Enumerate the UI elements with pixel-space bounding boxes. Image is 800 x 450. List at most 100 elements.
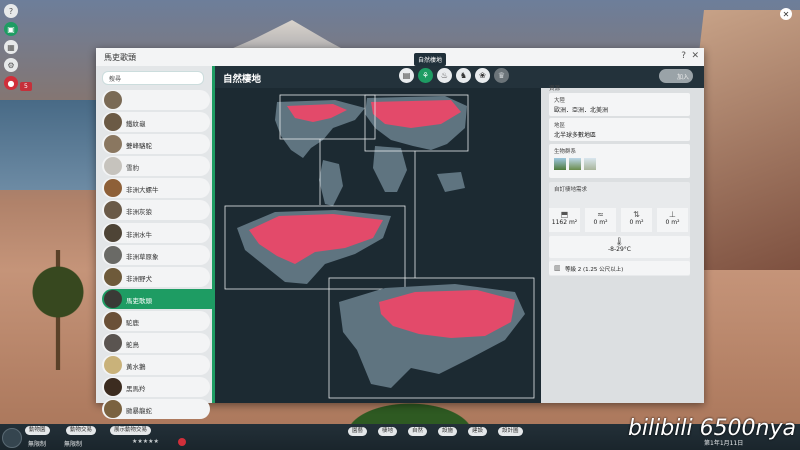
list-item[interactable]: 非洲草原象 xyxy=(102,244,210,265)
trophy-icon[interactable]: ♛ xyxy=(494,68,509,83)
list-item[interactable] xyxy=(102,90,210,110)
add-label: 加入 xyxy=(676,73,689,81)
list-item[interactable]: 非洲野犬 xyxy=(102,266,210,287)
land-area-icon: ⬒ xyxy=(560,210,569,219)
water-area-icon: ≈ xyxy=(597,210,604,219)
habitat-req-label: 自訂棲地需求 xyxy=(554,187,588,193)
zoo-button[interactable]: 動物園 xyxy=(25,426,50,435)
deep-water-icon: ⊥ xyxy=(669,210,676,219)
tab-tooltip: 自然棲地 xyxy=(414,53,447,66)
zoopedia-window: 馬吏歌頭 自然棲地 ? ✕ 搜尋 ⌕ 鐵紋龜雙峰駱駝雪豹非洲大螺牛非洲灰狼非洲水… xyxy=(96,48,704,420)
stat-climb: ⇅ 0 m² xyxy=(621,208,652,232)
gardening-button[interactable]: 園藝 xyxy=(348,427,368,436)
animal-name: 非洲草原象 xyxy=(126,252,159,261)
close-icon[interactable]: ✕ xyxy=(780,8,792,20)
list-item[interactable]: 鐵紋龜 xyxy=(102,112,210,133)
list-item[interactable]: 雙峰駱駝 xyxy=(102,134,210,155)
list-item[interactable]: 雪豹 xyxy=(102,156,210,177)
money-value: 無限制 xyxy=(28,441,47,448)
animal-thumbnail xyxy=(104,223,122,242)
stat-deep-water: ⊥ 0 m² xyxy=(657,208,688,232)
zoo-icon[interactable]: ▣ xyxy=(4,22,18,36)
list-item[interactable]: 非洲水牛 xyxy=(102,222,210,243)
biome-taiga-icon xyxy=(554,158,566,170)
habitat-panel: 自然棲地 ▤ ⚘ ♨ ♞ ❀ ♛ 加入 xyxy=(215,66,704,403)
animal-thumbnail xyxy=(104,245,122,264)
facilities-button[interactable]: 設施 xyxy=(438,427,458,436)
animal-name: 馬吏歌頭 xyxy=(126,296,152,305)
habitat-button[interactable]: 棲地 xyxy=(378,427,398,436)
settings-icon[interactable]: ⚙ xyxy=(4,58,18,72)
animal-name: 雙峰駱駝 xyxy=(126,142,152,151)
resources-label: 資源 xyxy=(549,86,561,92)
region-box: 地區 北半球多數地區 xyxy=(549,118,690,141)
animal-thumbnail xyxy=(104,201,122,220)
list-item[interactable]: 馬吏歌頭 xyxy=(102,288,216,309)
animal-thumbnail xyxy=(104,113,122,132)
watermark: bilibili 6500nya xyxy=(627,416,796,441)
paw-icon[interactable]: ❀ xyxy=(475,68,490,83)
animal-trade-button[interactable]: 動物交易 xyxy=(66,426,97,435)
list-item[interactable]: 颱暴龍蛇 xyxy=(102,399,210,420)
stat-land-value: 1162 m² xyxy=(551,219,578,226)
add-button[interactable]: 加入 xyxy=(659,69,693,83)
list-item[interactable]: 鴕鳥 xyxy=(102,333,210,354)
close-button[interactable]: ✕ xyxy=(691,51,699,61)
animal-name: 非洲野犬 xyxy=(126,274,152,283)
continent-box: 大陸 歐洲．亞洲．北美洲 xyxy=(549,93,690,116)
clipboard-icon[interactable]: ▤ xyxy=(399,68,414,83)
fence-value: 等級 2 (1.25 公尺以上) xyxy=(565,267,624,273)
stat-deep-water-value: 0 m² xyxy=(665,219,680,226)
food-sack-icon[interactable]: ♨ xyxy=(437,68,452,83)
minimap-icon[interactable] xyxy=(2,428,22,448)
animal-name: 颱暴龍蛇 xyxy=(126,407,152,416)
nature-button[interactable]: 自然 xyxy=(408,427,428,436)
search-icon[interactable]: ⌕ xyxy=(109,74,213,82)
climb-area-icon: ⇅ xyxy=(633,210,640,219)
guest-alert-icon[interactable]: ● xyxy=(4,76,18,90)
left-hud: ? ▣ ▦ ⚙ ● xyxy=(4,4,20,94)
blueprints-button[interactable]: 設計圖 xyxy=(498,427,523,436)
biome-tundra-icon xyxy=(584,158,596,170)
animal-name: 黃水鵝 xyxy=(126,363,146,372)
temperature-box: 🌡 -8-29°C xyxy=(549,236,690,258)
animal-thumbnail xyxy=(104,179,122,198)
habitat-tree-icon[interactable]: ⚘ xyxy=(418,68,433,83)
animal-name: 鐵紋龜 xyxy=(126,120,146,129)
continent-label: 大陸 xyxy=(554,98,566,104)
exhibit-trade-button[interactable]: 展示動物交易 xyxy=(110,426,152,435)
biome-label: 生物群系 xyxy=(554,149,577,155)
animal-thumbnail xyxy=(104,91,122,109)
stat-water: ≈0 m² xyxy=(585,208,616,232)
help-button[interactable]: ? xyxy=(681,51,686,61)
animal-list: 鐵紋龜雙峰駱駝雪豹非洲大螺牛非洲灰狼非洲水牛非洲草原象非洲野犬馬吏歌頭駝鹿鴕鳥黃… xyxy=(102,90,216,421)
animal-thumbnail xyxy=(104,334,122,353)
animal-thumbnail xyxy=(104,378,122,397)
fence-icon: ▥ xyxy=(554,264,561,272)
palm-tree xyxy=(28,250,88,370)
enrichment-icon[interactable]: ♞ xyxy=(456,68,471,83)
window-title: 馬吏歌頭 xyxy=(104,53,136,62)
calendar-icon[interactable]: ▦ xyxy=(4,40,18,54)
animal-name: 非洲水牛 xyxy=(126,230,152,239)
animal-name: 黑馬羚 xyxy=(126,385,146,394)
sea-backdrop xyxy=(0,100,110,190)
help-icon[interactable]: ? xyxy=(4,4,18,18)
list-item[interactable]: 黃水鵝 xyxy=(102,355,210,376)
list-item[interactable]: 非洲灰狼 xyxy=(102,200,210,221)
search-input[interactable]: 搜尋 ⌕ xyxy=(102,71,204,85)
list-item[interactable]: 駝鹿 xyxy=(102,310,210,331)
region-label: 地區 xyxy=(554,123,566,129)
info-tabs: ▤ ⚘ ♨ ♞ ❀ ♛ xyxy=(399,68,509,83)
animal-thumbnail xyxy=(104,289,122,308)
animal-list-panel: 搜尋 ⌕ 鐵紋龜雙峰駱駝雪豹非洲大螺牛非洲灰狼非洲水牛非洲草原象非洲野犬馬吏歌頭… xyxy=(96,66,216,420)
list-item[interactable]: 黑馬羚 xyxy=(102,377,210,398)
rating-stars: ★★★★★ xyxy=(132,438,159,445)
world-range-map xyxy=(215,88,541,403)
construction-button[interactable]: 建設 xyxy=(468,427,488,436)
list-item[interactable]: 非洲大螺牛 xyxy=(102,178,210,199)
animal-name: 非洲大螺牛 xyxy=(126,186,159,195)
alert-icon[interactable] xyxy=(178,438,186,446)
animal-name: 駝鹿 xyxy=(126,318,139,327)
biome-box: 生物群系 xyxy=(549,144,690,178)
